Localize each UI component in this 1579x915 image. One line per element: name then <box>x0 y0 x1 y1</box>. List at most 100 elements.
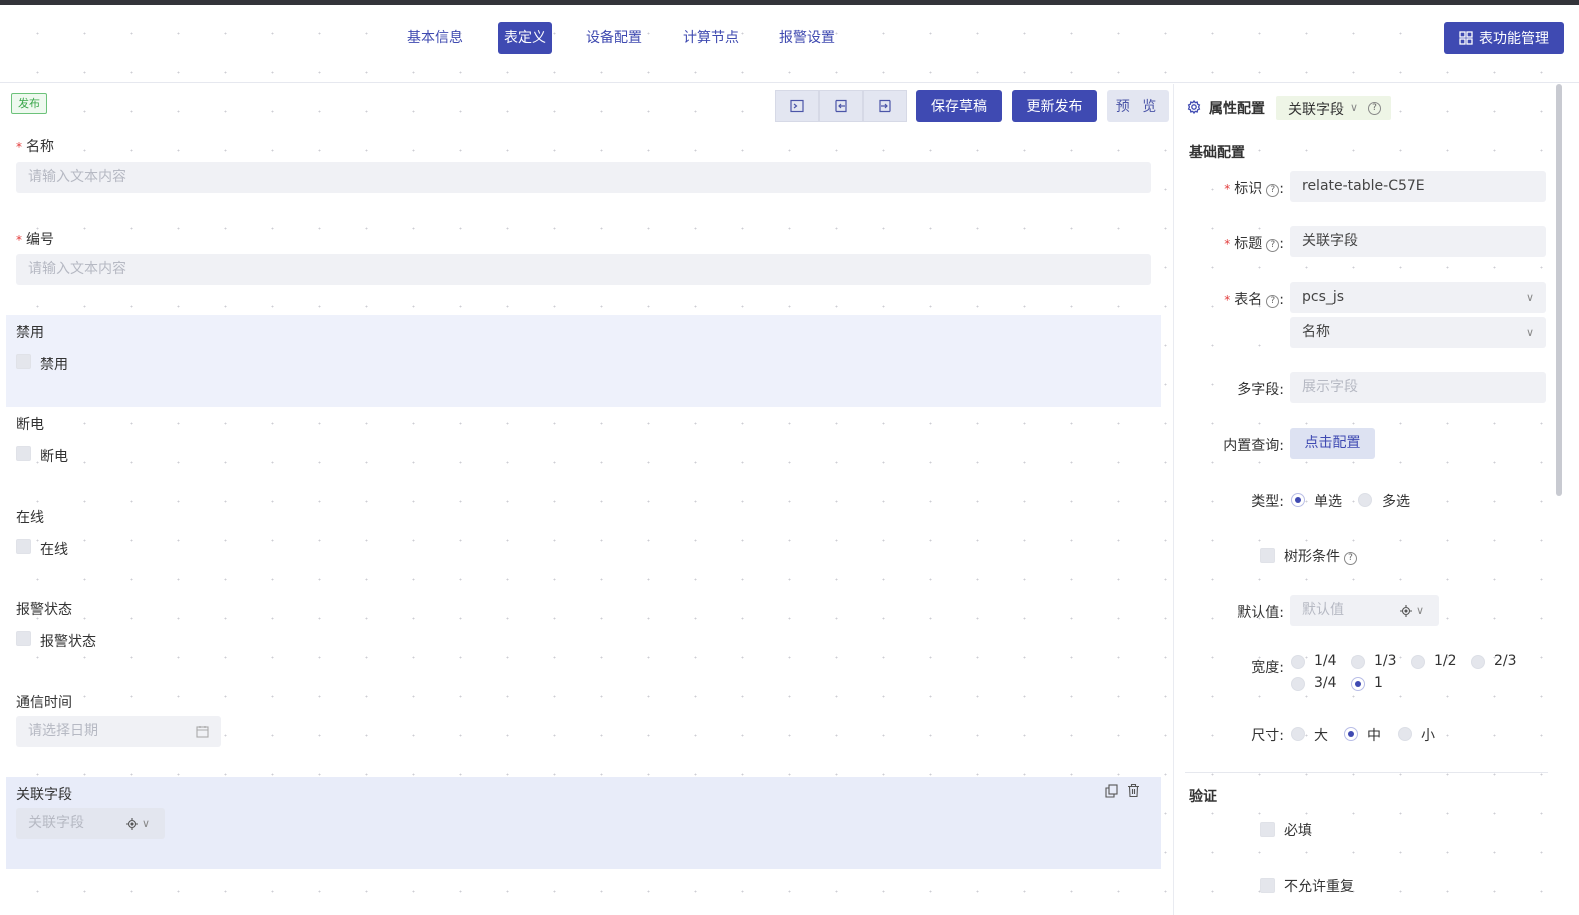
comm-time-datepicker[interactable]: 请选择日期 <box>16 716 221 747</box>
id-input[interactable]: relate-table-C57E <box>1290 171 1546 202</box>
size-small-radio[interactable] <box>1398 727 1412 741</box>
help-icon: ? <box>1368 102 1381 115</box>
terminal-icon <box>790 99 804 113</box>
disabled-field-block[interactable] <box>6 315 1161 407</box>
width-third-radio[interactable] <box>1351 655 1365 669</box>
update-publish-button[interactable]: 更新发布 <box>1012 90 1097 122</box>
table-name-select[interactable]: pcs_js ∨ <box>1290 282 1546 313</box>
chevron-down-icon: ∨ <box>1525 291 1534 304</box>
id-label: * 标识?: <box>1224 181 1284 197</box>
panel-divider <box>1173 84 1174 915</box>
alarm-field-title: 报警状态 <box>16 602 72 618</box>
type-single-label: 单选 <box>1314 494 1342 510</box>
import-icon <box>835 99 847 113</box>
online-field-title: 在线 <box>16 510 44 526</box>
validation-heading: 验证 <box>1189 789 1217 805</box>
top-nav: 基本信息 表定义 设备配置 计算节点 报警设置 表功能管理 <box>0 5 1579 83</box>
multi-field-label: 多字段: <box>1237 382 1284 398</box>
comm-time-placeholder: 请选择日期 <box>28 723 98 739</box>
width-quarter-label: 1/4 <box>1314 653 1337 669</box>
relate-field-select[interactable]: 关联字段 ∨ <box>16 808 165 839</box>
default-value-label: 默认值: <box>1237 605 1284 621</box>
panel-title: 属性配置 <box>1209 101 1265 117</box>
copy-icon[interactable] <box>1105 784 1118 798</box>
type-label: 类型: <box>1251 494 1284 510</box>
help-icon: ? <box>1344 552 1357 565</box>
tab-basic-info[interactable]: 基本信息 <box>407 22 463 54</box>
save-draft-button[interactable]: 保存草稿 <box>916 90 1002 122</box>
required-label: 必填 <box>1284 823 1312 839</box>
import-button[interactable] <box>819 90 863 122</box>
tab-table-definition[interactable]: 表定义 <box>498 22 552 54</box>
table-field-value: 名称 <box>1302 324 1330 340</box>
disabled-checkbox[interactable] <box>16 354 31 369</box>
disabled-checkbox-label: 禁用 <box>40 357 68 373</box>
poweroff-checkbox[interactable] <box>16 446 31 461</box>
chevron-down-icon: ∨ <box>1416 604 1425 617</box>
required-checkbox[interactable] <box>1260 822 1275 837</box>
locate-icon <box>126 818 138 830</box>
help-icon: ? <box>1266 295 1280 308</box>
width-two-thirds-radio[interactable] <box>1471 655 1485 669</box>
width-quarter-radio[interactable] <box>1291 655 1305 669</box>
delete-icon[interactable] <box>1127 783 1140 798</box>
size-medium-radio[interactable] <box>1344 727 1358 741</box>
section-divider <box>1185 772 1548 773</box>
no-duplicate-label: 不允许重复 <box>1284 879 1354 895</box>
online-checkbox[interactable] <box>16 539 31 554</box>
relate-field-placeholder: 关联字段 <box>28 815 84 831</box>
component-type-tag[interactable]: 关联字段 ∨ ? <box>1276 96 1391 120</box>
poweroff-field-title: 断电 <box>16 417 44 433</box>
multi-field-input[interactable]: 展示字段 <box>1290 372 1546 403</box>
size-medium-label: 中 <box>1367 728 1381 744</box>
table-function-manage-button[interactable]: 表功能管理 <box>1444 22 1564 54</box>
tab-alarm-settings[interactable]: 报警设置 <box>779 22 835 54</box>
preview-button[interactable]: 预 览 <box>1107 90 1169 122</box>
no-duplicate-checkbox[interactable] <box>1260 878 1275 893</box>
help-icon: ? <box>1266 184 1280 197</box>
width-half-label: 1/2 <box>1434 653 1457 669</box>
table-function-manage-label: 表功能管理 <box>1479 31 1549 47</box>
name-field-label: * 名称 <box>16 139 54 155</box>
width-half-radio[interactable] <box>1411 655 1425 669</box>
tab-compute-node[interactable]: 计算节点 <box>683 22 739 54</box>
gear-icon <box>1187 100 1201 114</box>
export-button[interactable] <box>863 90 907 122</box>
default-value-select[interactable]: 默认值 ∨ <box>1290 595 1439 626</box>
width-full-radio[interactable] <box>1351 677 1365 691</box>
status-badge: 发布 <box>11 93 47 114</box>
size-large-radio[interactable] <box>1291 727 1305 741</box>
chevron-down-icon: ∨ <box>1525 326 1534 339</box>
code-field-label: * 编号 <box>16 232 54 248</box>
name-input[interactable]: 请输入文本内容 <box>16 162 1151 193</box>
code-input[interactable]: 请输入文本内容 <box>16 254 1151 285</box>
width-two-thirds-label: 2/3 <box>1494 653 1517 669</box>
tree-condition-checkbox[interactable] <box>1260 548 1275 563</box>
grid-icon <box>1459 31 1473 45</box>
relate-field-block[interactable] <box>6 777 1161 869</box>
tab-device-config[interactable]: 设备配置 <box>586 22 642 54</box>
table-name-label: * 表名?: <box>1224 292 1284 308</box>
alarm-checkbox[interactable] <box>16 631 31 646</box>
calendar-icon <box>196 726 209 738</box>
type-single-radio[interactable] <box>1291 493 1305 507</box>
default-value-placeholder: 默认值 <box>1302 602 1344 618</box>
locate-icon <box>1400 605 1412 617</box>
size-large-label: 大 <box>1314 728 1328 744</box>
title-label: * 标题?: <box>1224 236 1284 252</box>
width-third-label: 1/3 <box>1374 653 1397 669</box>
title-input[interactable]: 关联字段 <box>1290 226 1546 257</box>
type-multi-label: 多选 <box>1382 494 1410 510</box>
configure-query-button[interactable]: 点击配置 <box>1290 428 1375 459</box>
export-icon <box>879 99 891 113</box>
online-checkbox-label: 在线 <box>40 542 68 558</box>
code-view-button[interactable] <box>775 90 819 122</box>
relate-field-label: 关联字段 <box>16 787 72 803</box>
panel-scrollbar[interactable] <box>1556 84 1562 496</box>
size-label: 尺寸: <box>1251 728 1284 744</box>
tree-condition-label: 树形条件? <box>1284 546 1357 566</box>
type-multi-radio[interactable] <box>1358 493 1372 507</box>
table-field-select[interactable]: 名称 ∨ <box>1290 317 1546 348</box>
poweroff-checkbox-label: 断电 <box>40 449 68 465</box>
width-three-quarters-radio[interactable] <box>1291 677 1305 691</box>
